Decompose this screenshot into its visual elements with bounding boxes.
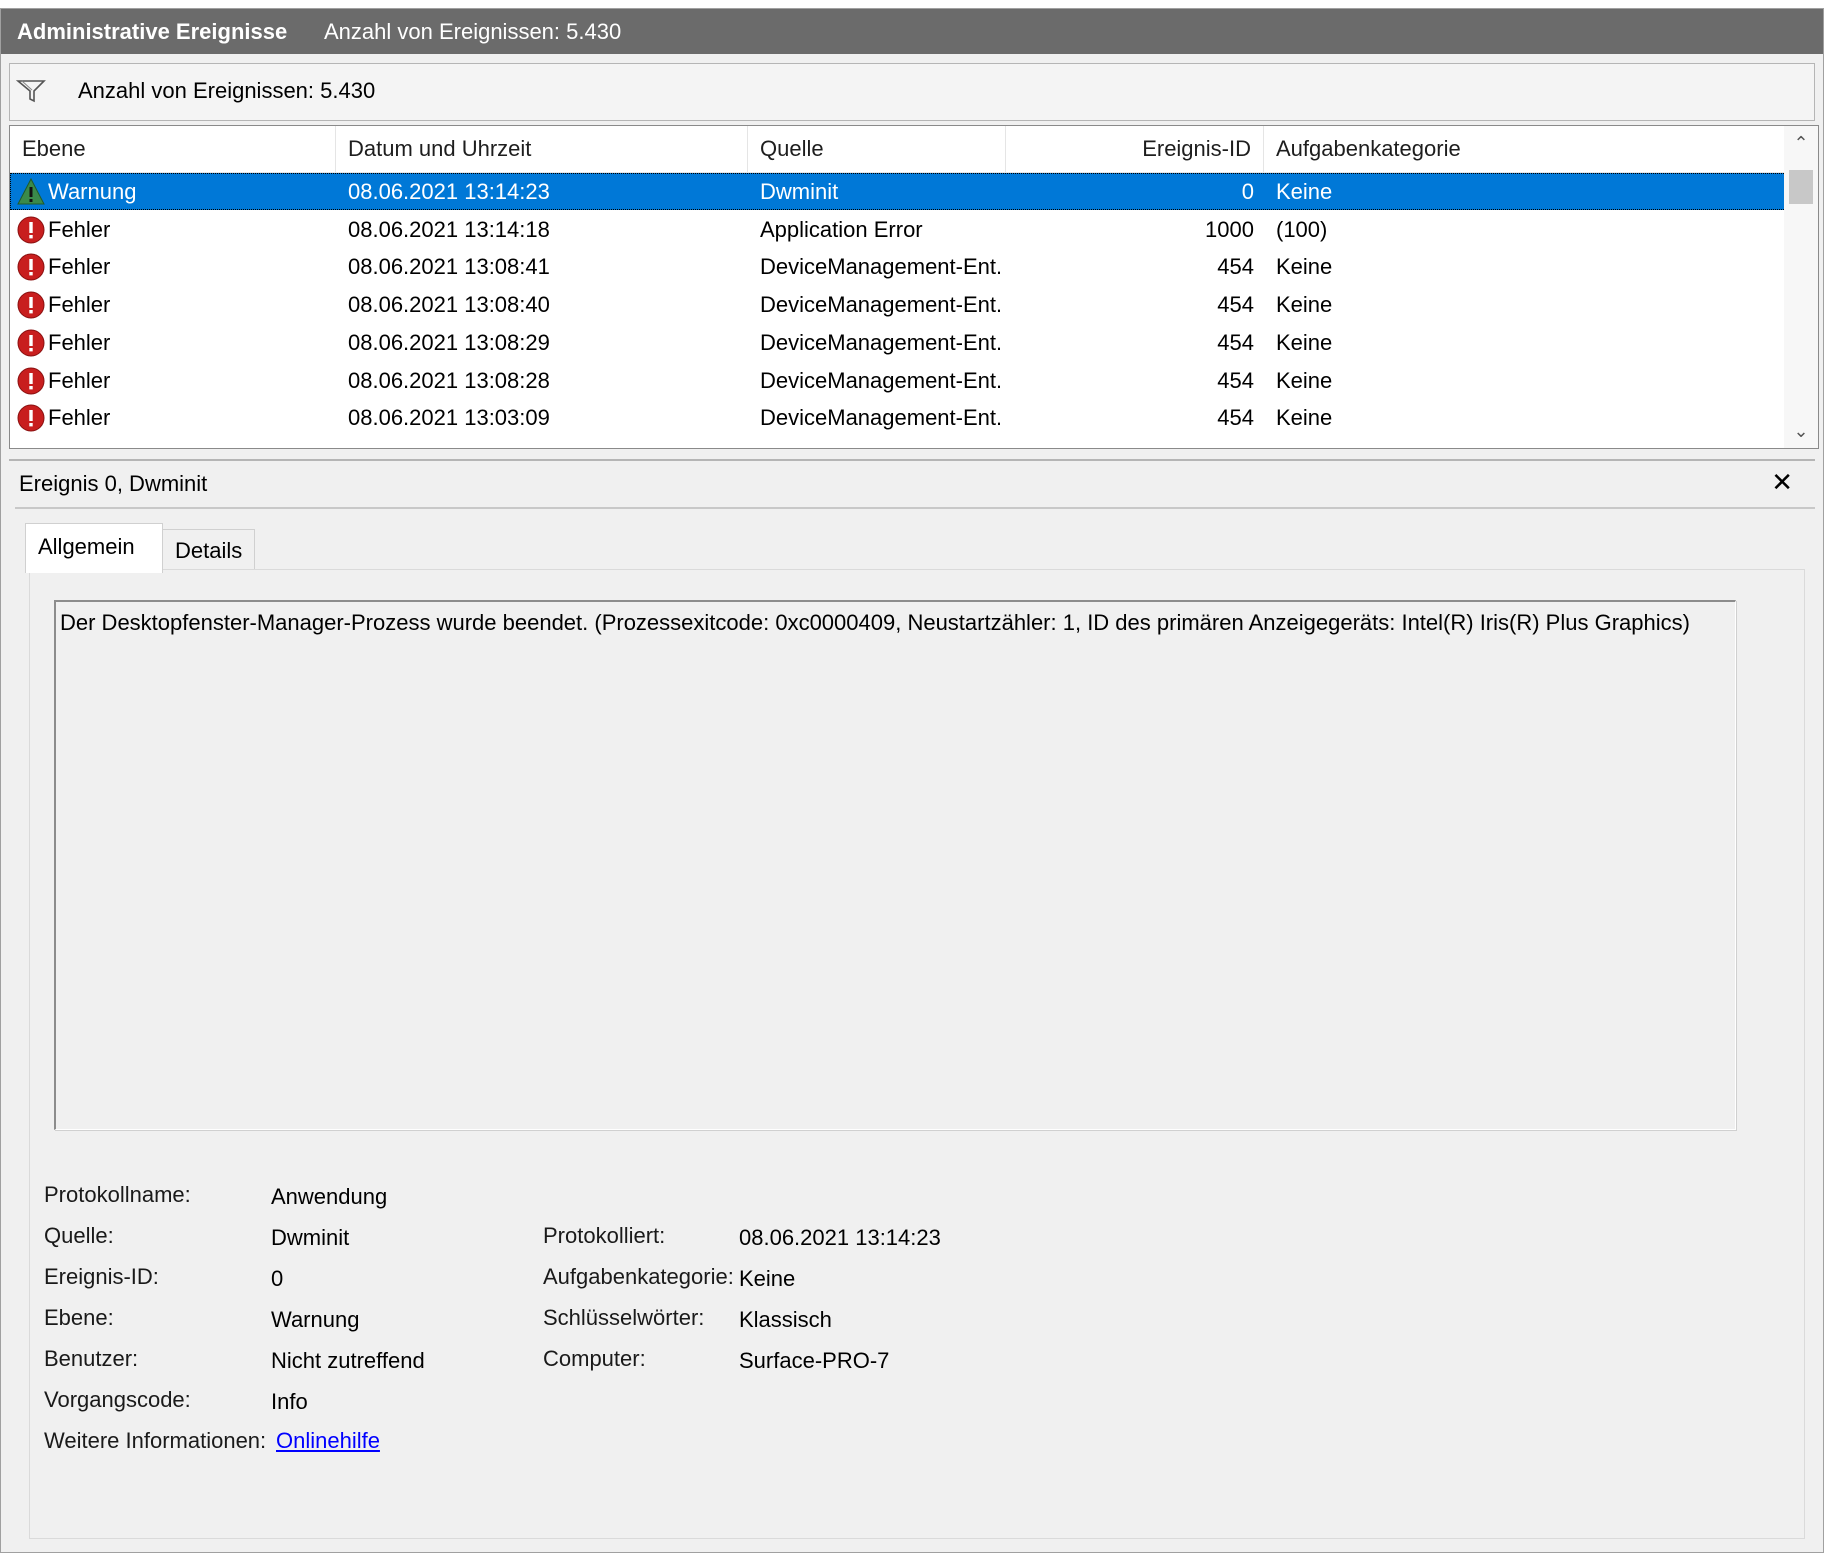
cell-category: Keine [1276,254,1333,280]
cell-source: DeviceManagement-Ent... [760,254,1000,280]
logname-value[interactable]: Anwendung [271,1184,387,1210]
table-row[interactable]: Fehler 08.06.2021 13:08:40 DeviceManagemen… [10,286,1786,323]
cell-source: DeviceManagement-Ent... [760,329,1000,355]
cell-datetime: 08.06.2021 13:08:28 [348,367,550,393]
cell-datetime: 08.06.2021 13:14:18 [348,216,550,242]
cell-eventid: 454 [1217,292,1254,318]
cell-source: DeviceManagement-Ent... [760,292,1000,318]
view-title: Administrative Ereignisse [17,19,288,44]
online-help-link[interactable]: Onlinehilfe [276,1428,380,1454]
event-grid[interactable]: Ebene Datum und Uhrzeit Quelle Ereignis-… [9,125,1819,449]
filter-funnel-icon [16,80,46,103]
source-label: Quelle: [44,1223,114,1248]
cell-category: Keine [1276,405,1333,431]
table-row[interactable]: Fehler 08.06.2021 13:08:41 DeviceManagemen… [10,248,1786,285]
event-viewer-window: Administrative Ereignisse Anzahl von Ere… [0,8,1824,1553]
warning-icon [17,177,45,205]
scroll-up-icon[interactable]: ⌃ [1784,128,1818,158]
column-header-eventid[interactable]: Ereignis-ID [1006,126,1264,172]
grid-header: Ebene Datum und Uhrzeit Quelle Ereignis-… [10,126,1786,173]
scroll-thumb[interactable] [1789,170,1813,204]
computer-value[interactable]: Surface-PRO-7 [739,1348,889,1374]
cell-category: Keine [1276,179,1333,204]
cell-level: Fehler [48,405,111,431]
column-header-source[interactable]: Quelle [748,126,1006,172]
error-icon [17,404,45,432]
eventid-label: Ereignis-ID: [44,1264,159,1289]
cell-eventid: 454 [1217,367,1254,393]
table-row[interactable]: Fehler 08.06.2021 13:08:29 DeviceManagemen… [10,324,1786,361]
error-icon [17,253,45,281]
logged-label: Protokolliert: [543,1223,666,1248]
table-row[interactable]: Fehler 08.06.2021 13:14:18 Application Err… [10,211,1786,248]
cell-eventid: 0 [1241,179,1254,204]
logname-label: Protokollname: [44,1182,191,1207]
opcode-value[interactable]: Info [271,1389,308,1415]
close-icon[interactable]: ✕ [1771,467,1793,498]
error-icon [17,367,45,394]
tab-allgemein[interactable]: Allgemein [25,523,163,573]
general-tab-panel: Der Desktopfenster-Manager-Prozess wurde… [29,569,1805,1539]
cell-eventid: 1000 [1205,216,1254,242]
cell-eventid: 454 [1217,405,1254,431]
event-count-title: Anzahl von Ereignissen: 5.430 [324,19,622,44]
cell-datetime: 08.06.2021 13:08:41 [348,254,550,280]
user-value[interactable]: Nicht zutreffend [271,1348,425,1374]
user-label: Benutzer: [44,1346,139,1371]
column-header-category[interactable]: Aufgabenkategorie [1264,126,1786,172]
event-message-box[interactable]: Der Desktopfenster-Manager-Prozess wurde… [54,600,1736,1130]
keywords-label: Schlüsselwörter: [543,1305,705,1330]
cell-source: DeviceManagement-Ent... [760,367,1000,393]
grid-vertical-scrollbar[interactable]: ⌃ ⌄ [1784,126,1818,448]
table-row[interactable]: Warnung 08.06.2021 13:14:23 Dwminit 0 Keine [10,173,1786,210]
cell-source: DeviceManagement-Ent... [760,405,1000,431]
computer-label: Computer: [543,1346,646,1371]
table-row[interactable]: Fehler 08.06.2021 13:03:09 DeviceManagemen… [10,399,1786,436]
detail-title: Ereignis 0, Dwminit [19,471,208,496]
column-header-level[interactable]: Ebene [10,126,336,172]
cell-level: Warnung [48,179,137,204]
cell-source: Dwminit [760,179,839,204]
cell-level: Fehler [48,292,111,318]
taskcat-value[interactable]: Keine [739,1266,795,1292]
cell-datetime: 08.06.2021 13:08:29 [348,329,550,355]
error-icon [17,291,45,319]
cell-level: Fehler [48,367,111,393]
cell-category: Keine [1276,329,1333,355]
title-bar: Administrative Ereignisse Anzahl von Ere… [1,9,1823,54]
tab-details[interactable]: Details [163,529,255,571]
moreinfo-label: Weitere Informationen: [44,1428,267,1453]
cell-level: Fehler [48,216,111,242]
cell-datetime: 08.06.2021 13:08:40 [348,292,550,318]
level-value[interactable]: Warnung [271,1307,359,1333]
level-label: Ebene: [44,1305,114,1330]
error-icon [17,216,45,244]
cell-category: (100) [1276,216,1328,242]
detail-separator [15,507,1815,509]
filter-bar: Anzahl von Ereignissen: 5.430 [9,63,1815,121]
cell-datetime: 08.06.2021 13:14:23 [348,179,550,204]
keywords-value[interactable]: Klassisch [739,1307,832,1333]
taskcat-label: Aufgabenkategorie: [543,1264,734,1289]
table-row[interactable]: Fehler 08.06.2021 13:08:28 DeviceManagemen… [10,362,1786,399]
opcode-label: Vorgangscode: [44,1387,191,1412]
scroll-down-icon[interactable]: ⌄ [1784,416,1818,446]
detail-header: Ereignis 0, Dwminit ✕ [9,459,1815,507]
cell-category: Keine [1276,292,1333,318]
cell-eventid: 454 [1217,329,1254,355]
cell-category: Keine [1276,367,1333,393]
column-header-datetime[interactable]: Datum und Uhrzeit [336,126,748,172]
source-value[interactable]: Dwminit [271,1225,349,1251]
eventid-value[interactable]: 0 [271,1266,283,1292]
cell-eventid: 454 [1217,254,1254,280]
cell-level: Fehler [48,329,111,355]
logged-value[interactable]: 08.06.2021 13:14:23 [739,1225,941,1251]
error-icon [17,329,45,357]
filter-count: Anzahl von Ereignissen: 5.430 [78,78,376,103]
cell-level: Fehler [48,254,111,280]
cell-datetime: 08.06.2021 13:03:09 [348,405,550,431]
cell-source: Application Error [760,216,923,242]
